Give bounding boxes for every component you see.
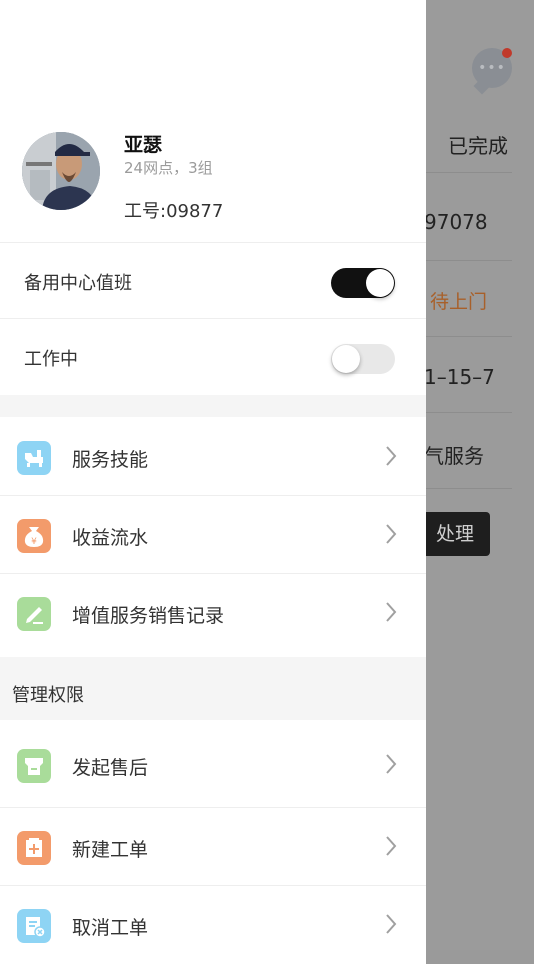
menu-label: 取消工单 (72, 917, 149, 939)
chevron-right-icon (386, 754, 397, 774)
toggle-label: 备用中心值班 (24, 273, 132, 294)
menu-item-initiate-after-sales[interactable]: 发起售后 (0, 726, 426, 804)
toggle-label: 工作中 (24, 349, 78, 370)
side-drawer: 亚瑟 24网点，3组 工号:09877 备用中心值班 工作中 服务技能 ¥ 收益… (0, 0, 426, 964)
cancel-order-icon (17, 909, 51, 943)
tab-completed[interactable]: 已完成 (448, 130, 508, 159)
menu-item-value-added-sales[interactable]: 增值服务销售记录 (0, 573, 426, 652)
avatar[interactable] (22, 132, 100, 210)
user-name: 亚瑟 (124, 134, 163, 156)
toggle-row-working: 工作中 (0, 318, 426, 395)
add-order-icon (17, 831, 51, 865)
order-date: 1–15–7 (424, 365, 495, 389)
user-group-info: 24网点，3组 (124, 159, 213, 177)
menu-label: 服务技能 (72, 449, 149, 471)
menu-item-cancel-work-order[interactable]: 取消工单 (0, 885, 426, 964)
menu-label: 发起售后 (72, 757, 149, 779)
menu-item-income-flow[interactable]: ¥ 收益流水 (0, 495, 426, 574)
process-button[interactable]: 处理 (420, 512, 490, 556)
chevron-right-icon (386, 914, 397, 934)
menu-label: 新建工单 (72, 839, 149, 861)
order-number: 97078 (424, 210, 488, 234)
pencil-icon (17, 597, 51, 631)
chevron-right-icon (386, 602, 397, 622)
money-bag-icon: ¥ (17, 519, 51, 553)
after-sales-icon (17, 749, 51, 783)
chevron-right-icon (386, 446, 397, 466)
menu-label: 收益流水 (72, 527, 149, 549)
toggle-row-standby-duty: 备用中心值班 (0, 242, 426, 319)
menu-item-new-work-order[interactable]: 新建工单 (0, 807, 426, 886)
svg-text:¥: ¥ (31, 537, 37, 547)
working-toggle[interactable] (331, 344, 395, 374)
employee-number: 工号:09877 (124, 201, 224, 222)
management-section-header: 管理权限 (0, 657, 426, 720)
wrench-icon (17, 441, 51, 475)
order-status: 待上门 (430, 291, 488, 313)
order-service: 气服务 (424, 444, 484, 468)
message-icon[interactable]: ••• (472, 48, 512, 95)
menu-item-service-skills[interactable]: 服务技能 (0, 418, 426, 496)
menu-label: 增值服务销售记录 (72, 605, 225, 627)
section-title: 管理权限 (12, 685, 84, 706)
unread-badge (502, 48, 512, 58)
section-divider (0, 395, 426, 417)
chevron-right-icon (386, 524, 397, 544)
chevron-right-icon (386, 836, 397, 856)
profile-header: 亚瑟 24网点，3组 工号:09877 (0, 0, 426, 242)
standby-duty-toggle[interactable] (331, 268, 395, 298)
